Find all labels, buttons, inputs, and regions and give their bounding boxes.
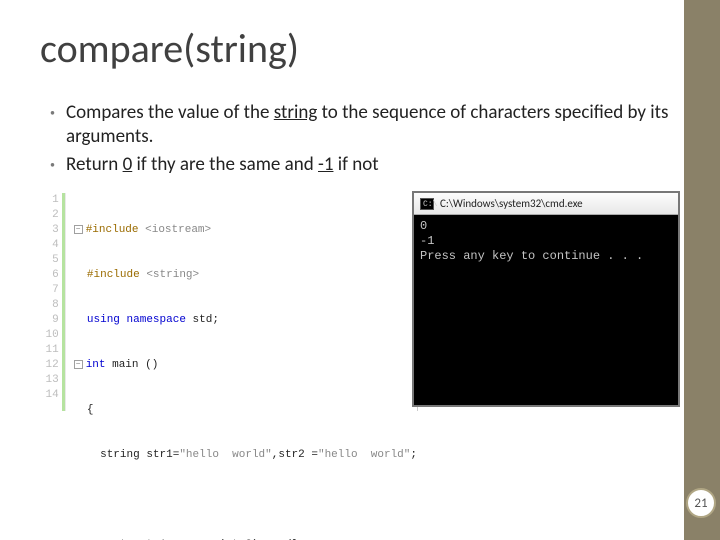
line-number: 5 — [40, 253, 59, 268]
code-line: { — [74, 403, 417, 418]
terminal-title: C:\Windows\system32\cmd.exe — [440, 197, 583, 210]
code-line: −#include <iostream> — [74, 223, 417, 238]
line-number: 3 — [40, 223, 59, 238]
terminal-titlebar: C:\ C:\Windows\system32\cmd.exe — [414, 193, 678, 215]
bullet-dot: • — [50, 153, 66, 177]
bullet-item: • Compares the value of the string to th… — [50, 101, 680, 149]
line-number: 7 — [40, 283, 59, 298]
line-number: 14 — [40, 388, 59, 403]
underlined-word: string — [274, 101, 318, 124]
line-number: 10 — [40, 328, 59, 343]
line-number: 13 — [40, 373, 59, 388]
text: if thy are the same and — [132, 153, 318, 176]
line-number: 12 — [40, 358, 59, 373]
underlined-word: 0 — [123, 153, 133, 176]
line-number: 6 — [40, 268, 59, 283]
slide: compare(string) • Compares the value of … — [0, 0, 720, 540]
cmd-icon: C:\ — [420, 198, 434, 210]
text: if not — [333, 153, 378, 176]
bullet-item: • Return 0 if thy are the same and -1 if… — [50, 153, 680, 177]
line-number: 9 — [40, 313, 59, 328]
terminal-window: C:\ C:\Windows\system32\cmd.exe 0 -1 Pre… — [412, 191, 680, 407]
accent-bar — [684, 0, 720, 540]
underlined-word: -1 — [318, 153, 333, 176]
text: Compares the value of the — [66, 101, 274, 124]
terminal-line: -1 — [420, 234, 672, 249]
code-line: string str1="hello world",str2 ="hello w… — [74, 448, 417, 463]
page-number-badge: 21 — [686, 488, 716, 518]
line-number: 2 — [40, 208, 59, 223]
figure-row: 1 2 3 4 5 6 7 8 9 10 11 12 13 14 −#inclu… — [40, 191, 680, 411]
terminal-body: 0 -1 Press any key to continue . . . — [414, 215, 678, 405]
change-stripe — [62, 193, 65, 411]
terminal-line: Press any key to continue . . . — [420, 249, 672, 264]
fold-icon: − — [74, 360, 83, 369]
code-line: −int main () — [74, 358, 417, 373]
line-number: 11 — [40, 343, 59, 358]
bullet-text: Return 0 if thy are the same and -1 if n… — [66, 153, 379, 177]
code-line — [74, 493, 417, 508]
code-line: using namespace std; — [74, 313, 417, 328]
code-editor: 1 2 3 4 5 6 7 8 9 10 11 12 13 14 −#inclu… — [40, 191, 418, 411]
fold-icon: − — [74, 225, 83, 234]
line-number: 1 — [40, 193, 59, 208]
text: Return — [66, 153, 123, 176]
line-number: 8 — [40, 298, 59, 313]
page-number: 21 — [694, 496, 707, 511]
code-line: #include <string> — [74, 268, 417, 283]
line-number: 4 — [40, 238, 59, 253]
bullet-text: Compares the value of the string to the … — [66, 101, 680, 149]
bullet-dot: • — [50, 101, 66, 125]
line-number-gutter: 1 2 3 4 5 6 7 8 9 10 11 12 13 14 — [40, 193, 66, 411]
slide-title: compare(string) — [40, 24, 680, 73]
bullet-list: • Compares the value of the string to th… — [50, 101, 680, 177]
terminal-line: 0 — [420, 219, 672, 234]
code-area: −#include <iostream> #include <string> u… — [66, 193, 417, 411]
